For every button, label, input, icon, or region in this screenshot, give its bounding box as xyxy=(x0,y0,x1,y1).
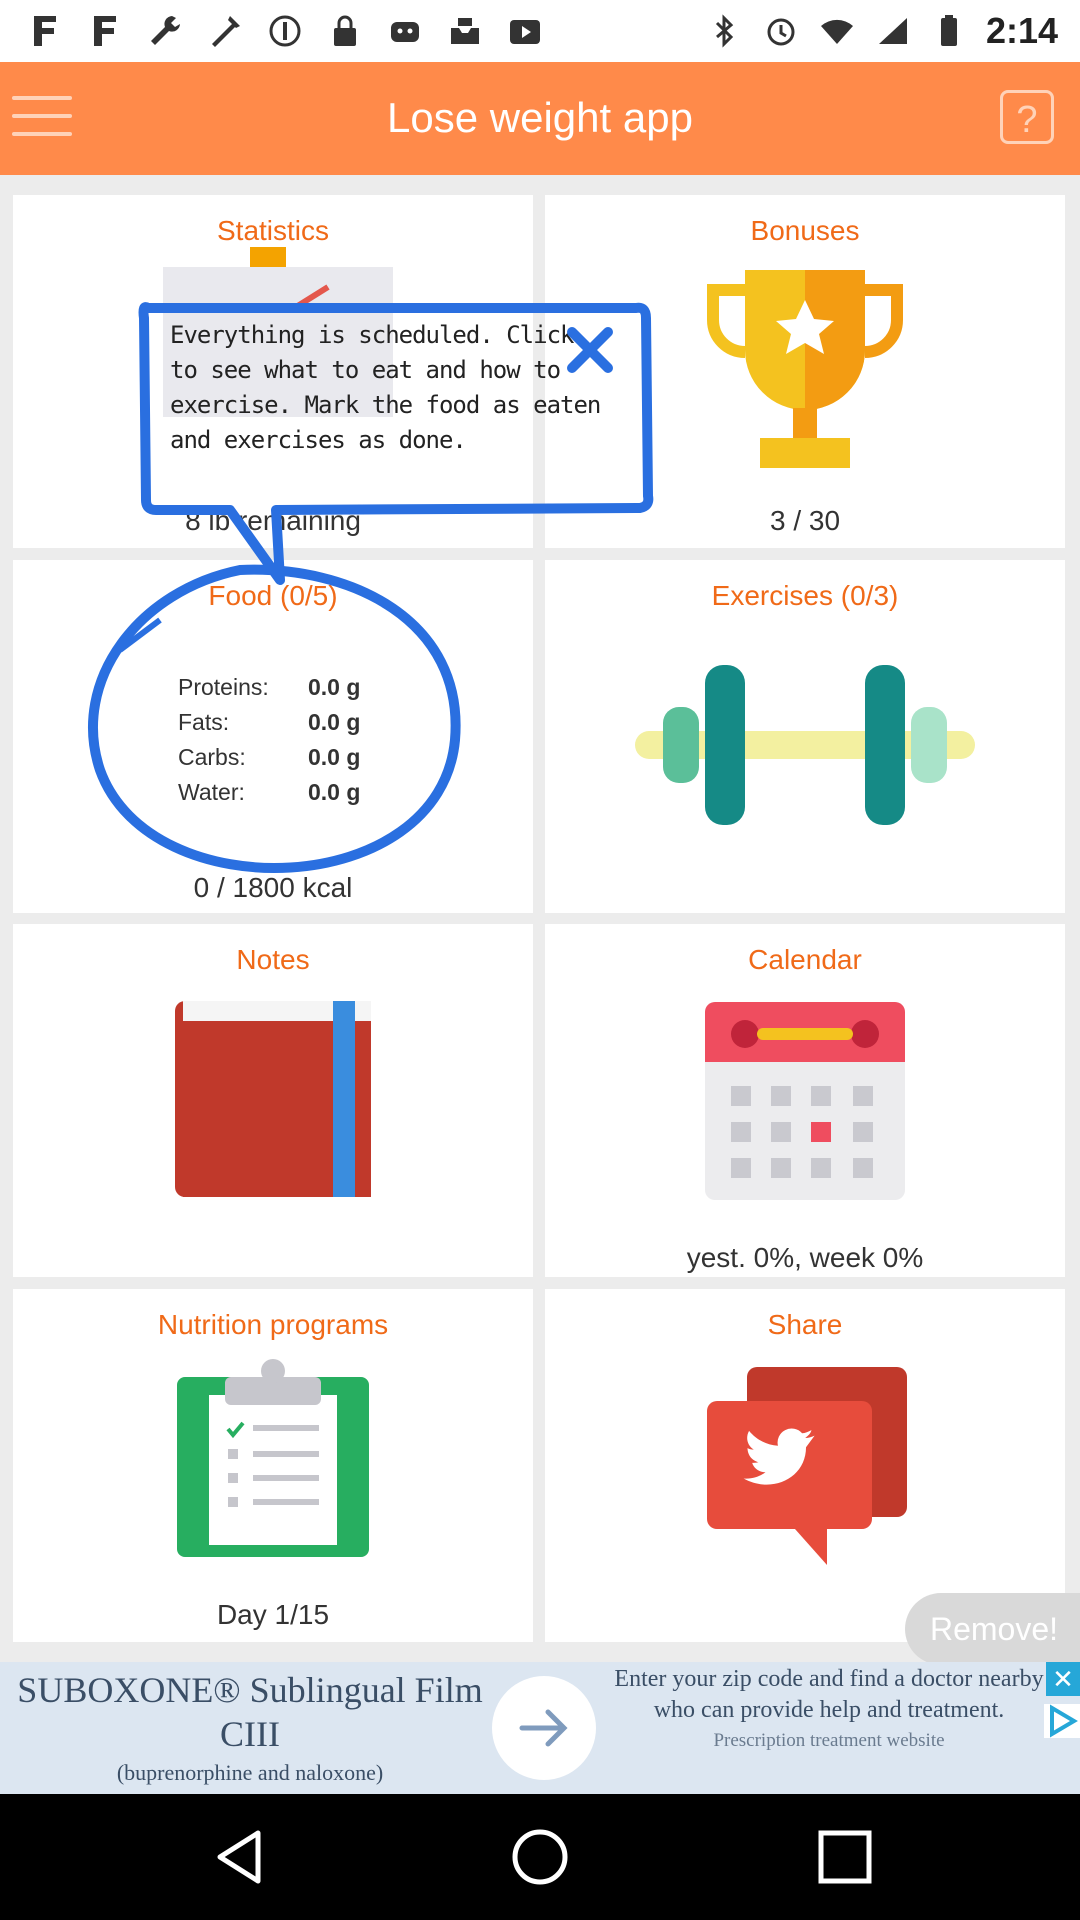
ad-body: Enter your zip code and find a doctor ne… xyxy=(614,1666,1044,1723)
android-icon xyxy=(386,12,424,50)
tooltip-text: Everything is scheduled. Click to see wh… xyxy=(170,321,601,454)
tooltip-close-icon[interactable] xyxy=(566,326,614,374)
home-icon[interactable] xyxy=(510,1827,570,1887)
app-title: Lose weight app xyxy=(387,94,693,141)
calendar-title: Calendar xyxy=(748,944,862,975)
wifi-icon xyxy=(818,12,856,50)
back-icon[interactable] xyxy=(210,1827,270,1887)
share-title: Share xyxy=(767,1309,843,1340)
fb-app-icon xyxy=(26,12,64,50)
notebook-icon xyxy=(175,1001,371,1197)
calendar-tile[interactable]: Calendar yest. 0%, week 0% xyxy=(545,924,1065,1277)
ad-close-icon[interactable]: ✕ xyxy=(1046,1662,1080,1696)
bluetooth-icon xyxy=(706,12,744,50)
inbox-icon xyxy=(446,12,484,50)
battery-icon xyxy=(930,12,968,50)
calendar-icon xyxy=(705,1002,905,1200)
lock-icon xyxy=(326,12,364,50)
ad-right-text: Enter your zip code and find a doctor ne… xyxy=(604,1664,1054,1752)
remove-ads-button[interactable]: Remove! xyxy=(905,1593,1080,1665)
notes-tile[interactable]: Notes xyxy=(13,924,533,1277)
share-tile[interactable]: Share xyxy=(545,1289,1065,1642)
recents-icon[interactable] xyxy=(815,1827,875,1887)
youtube-icon xyxy=(506,12,544,50)
notification-icons xyxy=(26,12,544,50)
wrench-icon xyxy=(146,12,184,50)
ad-banner[interactable]: SUBOXONE® Sublingual Film CIII (buprenor… xyxy=(0,1662,1080,1794)
dumbbell-icon xyxy=(635,665,975,825)
signal-icon xyxy=(874,12,912,50)
status-bar: 2:14 xyxy=(0,0,1080,62)
ad-subline: (buprenorphine and naloxone) xyxy=(116,1760,384,1785)
nutrition-title: Nutrition programs xyxy=(157,1309,389,1340)
adchoices-icon[interactable] xyxy=(1044,1704,1080,1738)
trophy-icon xyxy=(707,270,903,468)
nutrition-footer: Day 1/15 xyxy=(216,1599,330,1630)
twitter-share-icon xyxy=(707,1367,907,1565)
data-saver-icon xyxy=(266,12,304,50)
statistics-title: Statistics xyxy=(216,215,330,246)
clock-text: 2:14 xyxy=(985,10,1058,51)
app-bar: Lose weight app ? xyxy=(0,62,1080,175)
calendar-footer: yest. 0%, week 0% xyxy=(686,1242,924,1273)
ad-arrow-button[interactable] xyxy=(492,1676,596,1780)
tools-icon xyxy=(206,12,244,50)
fb-app-icon-2 xyxy=(86,12,124,50)
clipboard-icon xyxy=(177,1359,369,1557)
ad-caption: Prescription treatment website xyxy=(713,1730,945,1751)
alarm-icon xyxy=(762,12,800,50)
bonuses-title: Bonuses xyxy=(750,215,860,246)
arrow-right-icon xyxy=(519,1709,568,1747)
notes-title: Notes xyxy=(236,944,310,975)
help-button[interactable]: ? xyxy=(1000,90,1054,144)
nav-bar xyxy=(0,1794,1080,1920)
nutrition-programs-tile[interactable]: Nutrition programs Day 1/15 xyxy=(13,1289,533,1642)
system-icons: 2:14 xyxy=(706,10,1058,52)
ad-left-text: SUBOXONE® Sublingual Film CIII (buprenor… xyxy=(0,1668,500,1786)
ad-headline: SUBOXONE® Sublingual Film CIII xyxy=(17,1670,483,1754)
